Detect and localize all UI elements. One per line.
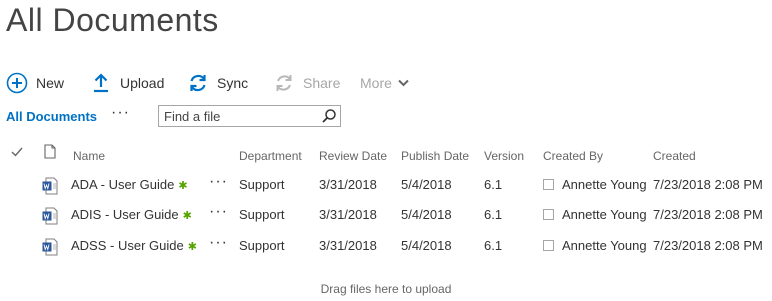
presence-indicator [543, 209, 554, 221]
chevron-down-icon [398, 79, 409, 87]
new-item-badge: ✱ [178, 180, 188, 192]
word-document-icon [42, 207, 58, 225]
new-item-badge: ✱ [182, 210, 192, 222]
share-button-label: Share [303, 75, 341, 91]
sync-icon [187, 72, 209, 94]
column-header-review-date[interactable]: Review Date [319, 149, 387, 163]
column-header-publish-date[interactable]: Publish Date [401, 149, 469, 163]
view-selector-all-documents[interactable]: All Documents [6, 109, 97, 124]
share-button[interactable]: Share [273, 70, 340, 96]
row-more-button[interactable]: ··· [209, 173, 228, 191]
created-cell: 7/23/2018 2:08 PM [653, 177, 763, 192]
created-by-name: Annette Young [562, 207, 647, 222]
sync-button[interactable]: Sync [187, 70, 248, 96]
new-button-label: New [36, 75, 65, 91]
select-all-checkmark-icon[interactable] [11, 146, 23, 160]
created-by-cell[interactable]: Annette Young [543, 177, 647, 192]
upload-button[interactable]: Upload [90, 70, 164, 96]
new-item-badge: ✱ [187, 241, 197, 253]
review-date-cell: 3/31/2018 [319, 177, 377, 192]
version-cell: 6.1 [484, 238, 503, 253]
created-by-cell[interactable]: Annette Young [543, 207, 647, 222]
created-cell: 7/23/2018 2:08 PM [653, 238, 763, 253]
word-document-icon [42, 177, 58, 195]
department-cell: Support [239, 207, 285, 222]
search-icon[interactable] [321, 108, 337, 124]
presence-indicator [543, 240, 554, 252]
publish-date-cell: 5/4/2018 [401, 238, 452, 253]
created-by-cell[interactable]: Annette Young [543, 238, 647, 253]
created-by-name: Annette Young [562, 177, 647, 192]
search-input[interactable] [159, 106, 329, 126]
upload-button-label: Upload [120, 75, 165, 91]
publish-date-cell: 5/4/2018 [401, 207, 452, 222]
row-more-button[interactable]: ··· [209, 203, 228, 221]
column-header-created-by[interactable]: Created By [543, 149, 603, 163]
plus-circle-icon [6, 72, 28, 94]
file-name: ADSS - User Guide [71, 238, 184, 253]
presence-indicator [543, 179, 554, 191]
row-more-button[interactable]: ··· [209, 234, 228, 252]
review-date-cell: 3/31/2018 [319, 238, 377, 253]
word-document-icon [42, 238, 58, 256]
file-name-link[interactable]: ADIS - User Guide ✱ [71, 207, 192, 222]
created-cell: 7/23/2018 2:08 PM [653, 207, 763, 222]
file-name: ADA - User Guide [71, 177, 175, 192]
view-more-button[interactable]: ··· [111, 104, 130, 122]
more-button-label: More [360, 75, 392, 91]
review-date-cell: 3/31/2018 [319, 207, 377, 222]
column-header-name[interactable]: Name [73, 149, 105, 163]
more-button[interactable]: More [360, 70, 409, 96]
file-name-link[interactable]: ADSS - User Guide ✱ [71, 238, 197, 253]
document-type-icon[interactable] [44, 144, 56, 162]
sync-button-label: Sync [217, 75, 249, 91]
new-button[interactable]: New [6, 70, 64, 96]
search-box [158, 105, 341, 127]
department-cell: Support [239, 238, 285, 253]
version-cell: 6.1 [484, 177, 503, 192]
publish-date-cell: 5/4/2018 [401, 177, 452, 192]
share-icon [273, 72, 295, 94]
table-row[interactable]: ADIS - User Guide ✱ ··· Support 3/31/2018… [0, 203, 772, 237]
table-row[interactable]: ADSS - User Guide ✱ ··· Support 3/31/2018… [0, 234, 772, 268]
column-header-version[interactable]: Version [484, 149, 524, 163]
column-header-department[interactable]: Department [239, 149, 302, 163]
file-name-link[interactable]: ADA - User Guide ✱ [71, 177, 188, 192]
version-cell: 6.1 [484, 207, 503, 222]
created-by-name: Annette Young [562, 238, 647, 253]
page-title: All Documents [6, 2, 219, 38]
column-header-created[interactable]: Created [653, 149, 696, 163]
department-cell: Support [239, 177, 285, 192]
upload-arrow-icon [90, 72, 112, 94]
file-name: ADIS - User Guide [71, 207, 179, 222]
table-row[interactable]: ADA - User Guide ✱ ··· Support 3/31/2018 … [0, 173, 772, 207]
drop-zone-hint: Drag files here to upload [320, 282, 452, 296]
